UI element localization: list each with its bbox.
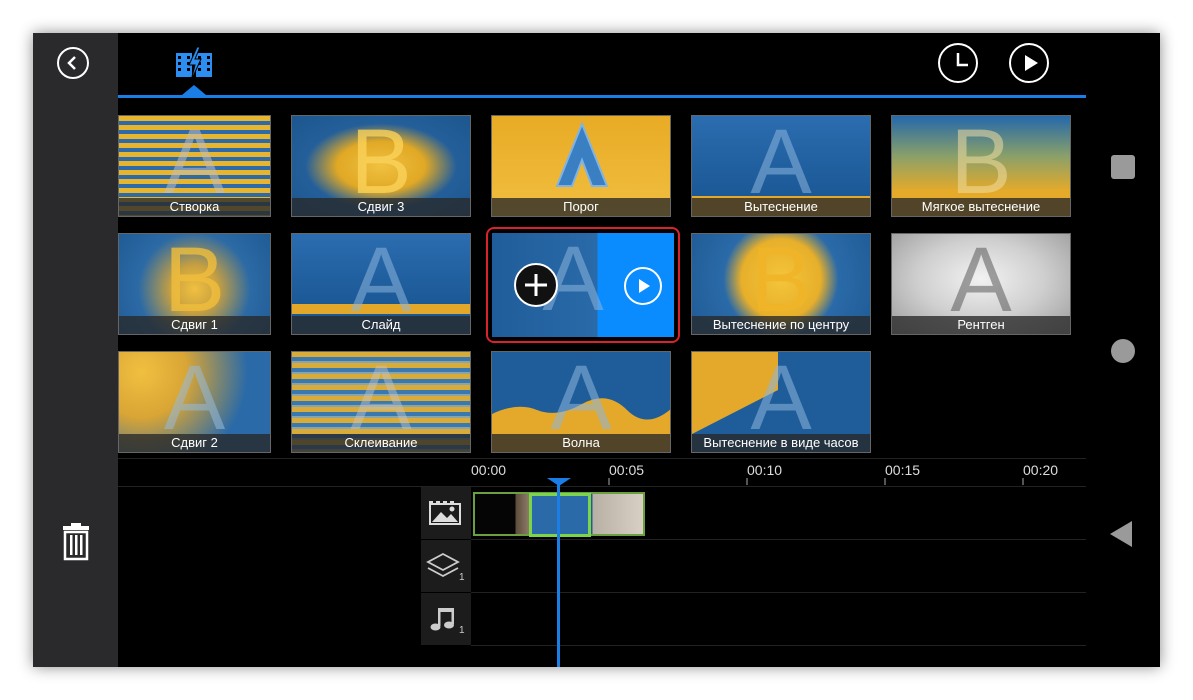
track-count: 1: [459, 572, 465, 583]
transitions-grid: A Створка B Сдвиг 3 Порог A Вытеснение B…: [118, 115, 1086, 455]
transition-label: Вытеснение: [692, 198, 870, 216]
transition-label: Волна: [492, 434, 670, 452]
preview-button[interactable]: [1009, 43, 1049, 83]
transition-tile[interactable]: B Мягкое вытеснение: [891, 115, 1071, 217]
image-track-header[interactable]: [421, 487, 471, 539]
transition-clip[interactable]: [529, 493, 591, 537]
circle-icon[interactable]: [1111, 339, 1135, 363]
top-bar-divider: [118, 95, 1086, 98]
transition-label: Сдвиг 2: [119, 434, 270, 452]
threshold-preview: [555, 121, 609, 187]
track-divider: [471, 592, 1086, 593]
ruler-ticks: [608, 478, 1024, 485]
transitions-film-icon: [176, 46, 212, 82]
transition-label: Сдвиг 3: [292, 198, 470, 216]
overlay-track-header[interactable]: 1: [421, 540, 471, 592]
plus-circle-icon: [525, 274, 547, 296]
track-divider: [471, 645, 1086, 646]
transition-tile-selected[interactable]: A: [492, 233, 674, 337]
triangle-back-icon[interactable]: [1110, 521, 1132, 547]
layers-icon: [426, 552, 460, 578]
trash-icon: [63, 523, 89, 561]
chevron-left-icon: [67, 56, 76, 70]
back-button[interactable]: [57, 47, 89, 79]
transition-label: Порог: [492, 198, 670, 216]
tab-transitions[interactable]: [174, 46, 214, 82]
transition-label: Слайд: [292, 316, 470, 334]
transition-label: Рентген: [892, 316, 1070, 334]
preview-transition-button[interactable]: [624, 267, 662, 305]
music-note-icon: [430, 608, 454, 631]
track-count: 1: [459, 625, 465, 636]
clock-icon: [956, 53, 968, 67]
transition-tile[interactable]: A Вытеснение в виде часов: [691, 351, 871, 453]
transition-tile[interactable]: A Слайд: [291, 233, 471, 335]
square-icon[interactable]: [1111, 155, 1135, 179]
playhead[interactable]: [557, 482, 560, 667]
play-icon: [1025, 55, 1038, 71]
play-circle-icon: [639, 279, 650, 293]
top-bar: [118, 33, 1086, 98]
track-divider: [471, 539, 1086, 540]
transition-label: Мягкое вытеснение: [892, 198, 1070, 216]
transition-tile[interactable]: A Вытеснение: [691, 115, 871, 217]
transition-label: Склеивание: [292, 434, 470, 452]
duration-button[interactable]: [938, 43, 978, 83]
add-transition-button[interactable]: [514, 263, 558, 307]
transition-tile[interactable]: B Сдвиг 3: [291, 115, 471, 217]
transition-label: Вытеснение в виде часов: [692, 434, 870, 452]
transition-tile[interactable]: A Склеивание: [291, 351, 471, 453]
transition-label: Вытеснение по центру: [692, 316, 870, 334]
transition-tile[interactable]: B Вытеснение по центру: [691, 233, 871, 335]
tab-indicator: [182, 85, 206, 95]
transition-tile[interactable]: A Створка: [118, 115, 271, 217]
time-ruler[interactable]: 00:00 00:05 00:10 00:15 00:20: [421, 458, 1086, 486]
system-nav-bar: [1086, 33, 1160, 667]
transition-tile[interactable]: A Волна: [491, 351, 671, 453]
transition-tile[interactable]: A Рентген: [891, 233, 1071, 335]
audio-track-header[interactable]: 1: [421, 593, 471, 645]
ruler-divider: [118, 486, 1086, 487]
app-window: A Створка B Сдвиг 3 Порог A Вытеснение B…: [33, 33, 1160, 667]
transition-tile[interactable]: B Сдвиг 1: [118, 233, 271, 335]
transition-label: Сдвиг 1: [119, 316, 270, 334]
left-toolbar: [33, 33, 118, 667]
transition-tile[interactable]: A Сдвиг 2: [118, 351, 271, 453]
transition-label: Створка: [119, 198, 270, 216]
timeline-panel: 00:00 00:05 00:10 00:15 00:20 1 1: [118, 458, 1086, 667]
transition-tile[interactable]: Порог: [491, 115, 671, 217]
image-track-icon: [429, 501, 461, 525]
delete-button[interactable]: [61, 523, 91, 561]
